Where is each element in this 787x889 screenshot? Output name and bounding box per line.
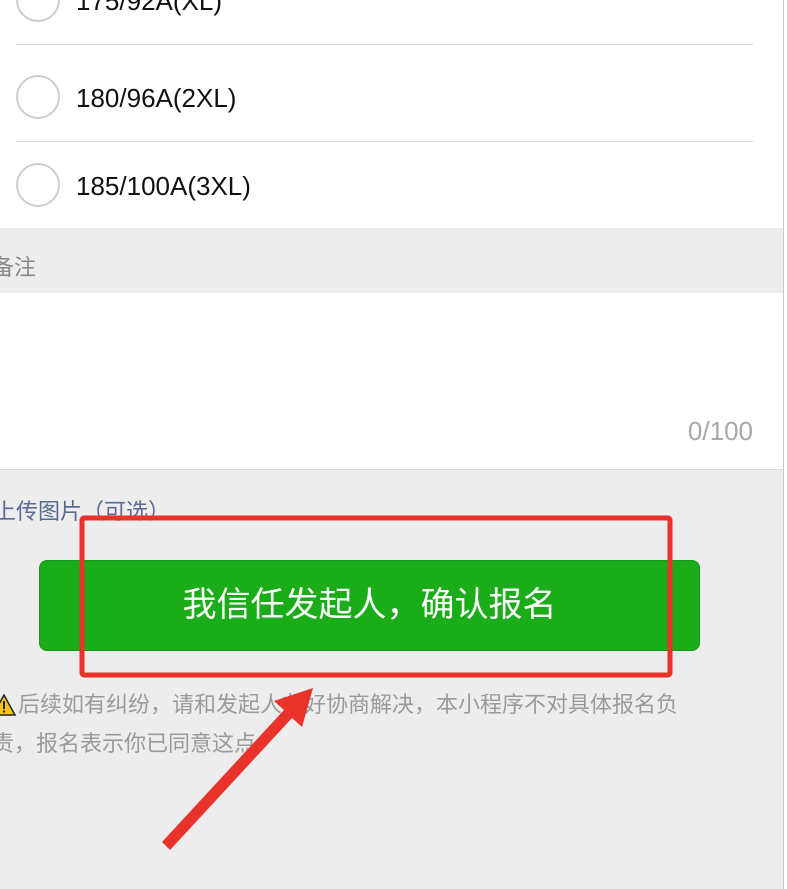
- window-right-edge: [783, 0, 787, 889]
- disclaimer-notice: 后续如有纠纷，请和发起人友好协商解决，本小程序不对具体报名负 责，报名表示你已同…: [0, 686, 752, 764]
- remark-label: 备注: [0, 256, 37, 281]
- option-divider: [16, 44, 753, 45]
- upload-image-link[interactable]: 上传图片（可选）: [0, 494, 170, 526]
- size-option-xl[interactable]: 175/92A(XL): [0, 0, 783, 45]
- remark-char-counter: 0/100: [687, 416, 753, 446]
- remark-textarea[interactable]: 0/100: [0, 293, 783, 470]
- radio-circle-icon[interactable]: [16, 0, 60, 22]
- confirm-signup-button[interactable]: 我信任发起人，确认报名: [39, 560, 700, 651]
- size-option-3xl[interactable]: 185/100A(3XL): [0, 142, 783, 230]
- radio-circle-icon[interactable]: [16, 163, 60, 207]
- warning-icon: [0, 694, 16, 716]
- disclaimer-line-2: 责，报名表示你已同意这点: [0, 732, 257, 757]
- size-option-label: 185/100A(3XL): [76, 171, 251, 201]
- disclaimer-line-1: 后续如有纠纷，请和发起人友好协商解决，本小程序不对具体报名负: [18, 693, 679, 718]
- size-option-2xl[interactable]: 180/96A(2XL): [0, 54, 783, 142]
- edge-divider: [783, 0, 784, 889]
- size-option-label: 180/96A(2XL): [76, 83, 237, 113]
- size-option-label: 175/92A(XL): [76, 0, 222, 16]
- size-option-list: 175/92A(XL) 180/96A(2XL) 185/100A(3XL): [0, 0, 783, 228]
- signup-page: 175/92A(XL) 180/96A(2XL) 185/100A(3XL) 备…: [0, 0, 787, 889]
- radio-circle-icon[interactable]: [16, 75, 60, 119]
